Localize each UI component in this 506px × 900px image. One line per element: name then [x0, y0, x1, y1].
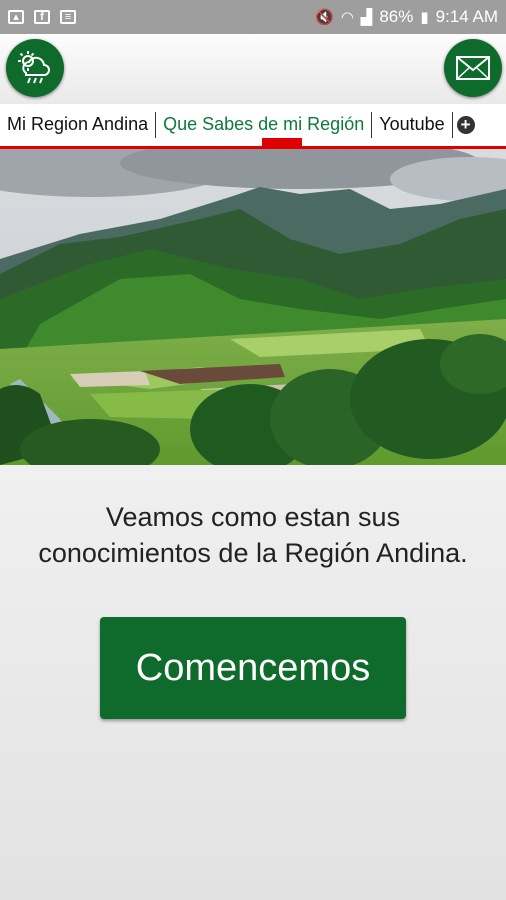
system-icons: 🔇 ◠ ▟ 86% ▮ 9:14 AM	[315, 7, 498, 27]
facebook-notification-icon: f	[34, 10, 50, 24]
image-notification-icon: ▴	[8, 10, 24, 24]
intro-text: Veamos como estan sus conocimientos de l…	[0, 499, 506, 571]
more-tabs-icon[interactable]: +	[456, 116, 475, 134]
mail-envelope-icon	[456, 56, 490, 80]
active-tab-indicator	[262, 138, 302, 146]
intro-line-1: Veamos como estan sus	[105, 502, 401, 532]
wifi-icon: ◠	[340, 9, 354, 26]
app-bar	[0, 34, 506, 104]
quiz-intro-panel: Veamos como estan sus conocimientos de l…	[0, 465, 506, 900]
tab-divider	[451, 112, 453, 138]
tab-youtube[interactable]: Youtube	[372, 104, 451, 146]
message-notification-icon: ≡	[60, 10, 76, 24]
clock: 9:14 AM	[435, 7, 498, 26]
weather-cloud-rain-icon	[18, 51, 50, 84]
notification-icons: ▴ f ≡	[8, 10, 76, 24]
battery-percentage: 86%	[379, 7, 414, 26]
status-bar: ▴ f ≡ 🔇 ◠ ▟ 86% ▮ 9:14 AM	[0, 0, 506, 34]
intro-line-2: conocimientos de la Región Andina.	[38, 538, 468, 568]
signal-icon: ▟	[360, 9, 373, 26]
tab-bar: Mi Region Andina Que Sabes de mi Región …	[0, 104, 506, 146]
mute-icon: 🔇	[315, 9, 334, 26]
landscape-mountains-image	[0, 149, 506, 465]
start-quiz-button[interactable]: Comencemos	[100, 617, 406, 719]
tab-mi-region-andina[interactable]: Mi Region Andina	[0, 104, 155, 146]
mail-button[interactable]	[444, 39, 502, 97]
weather-button[interactable]	[6, 39, 64, 97]
battery-icon: ▮	[420, 9, 429, 26]
